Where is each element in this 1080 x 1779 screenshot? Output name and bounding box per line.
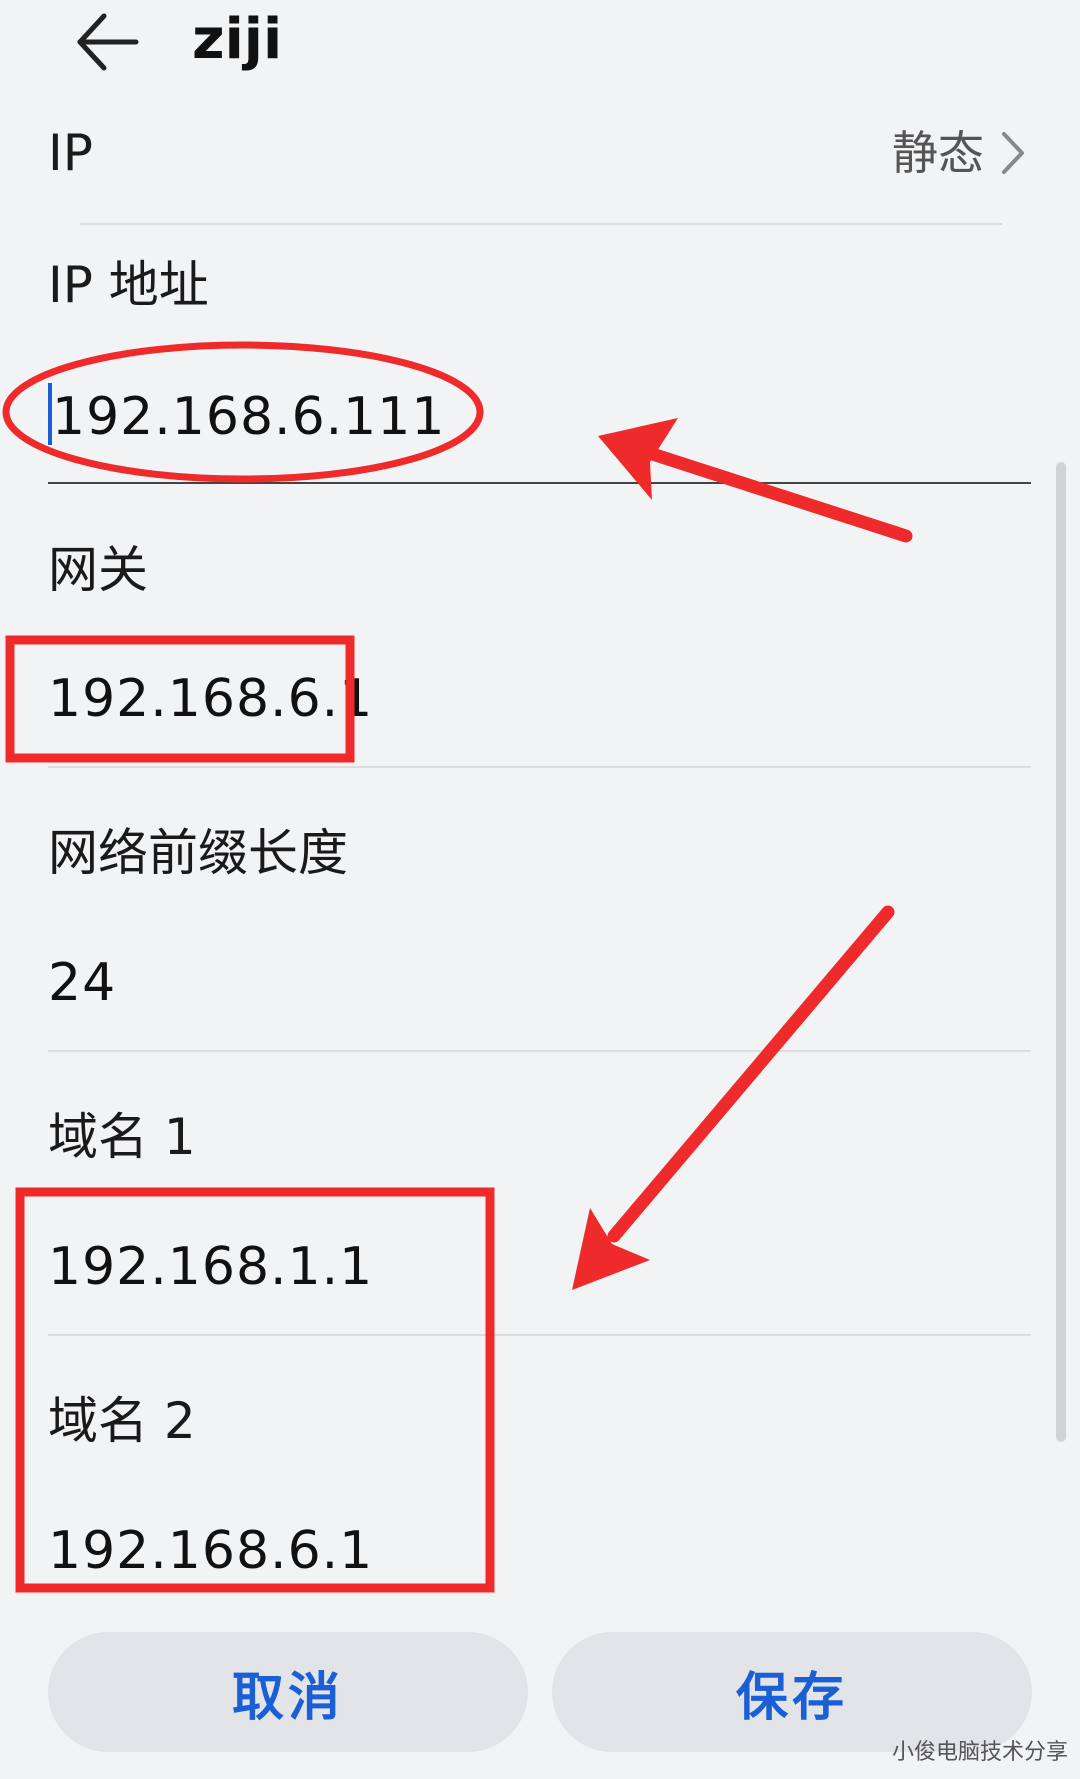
page-title: ziji <box>192 7 283 72</box>
divider <box>48 1334 1031 1336</box>
gateway-label: 网关 <box>48 541 148 599</box>
save-button[interactable]: 保存 <box>552 1632 1032 1752</box>
arrow-left-icon <box>77 13 139 71</box>
cancel-button[interactable]: 取消 <box>48 1632 528 1752</box>
annotation-arrow-bottom-head <box>572 1208 650 1290</box>
ip-mode-value: 静态 <box>892 126 984 180</box>
prefix-length-label: 网络前缀长度 <box>48 824 348 882</box>
ip-address-underline <box>48 482 1031 484</box>
prefix-length-input[interactable]: 24 <box>48 948 116 1018</box>
ip-mode-label: IP <box>48 124 93 182</box>
dns1-input[interactable]: 192.168.1.1 <box>48 1232 373 1302</box>
dns1-label: 域名 1 <box>48 1108 196 1166</box>
ip-address-label: IP 地址 <box>48 256 209 314</box>
ip-mode-row[interactable]: IP 静态 <box>0 110 1080 220</box>
scrollbar[interactable] <box>1056 462 1066 1442</box>
back-button[interactable] <box>72 6 144 78</box>
divider <box>48 766 1031 768</box>
gateway-input[interactable]: 192.168.6.1 <box>48 664 373 734</box>
chevron-right-icon <box>1002 132 1024 174</box>
dns2-label: 域名 2 <box>48 1392 196 1450</box>
divider <box>80 223 1002 225</box>
dns2-input[interactable]: 192.168.6.1 <box>48 1516 373 1586</box>
ip-address-value: 192.168.6.111 <box>52 387 446 447</box>
divider <box>48 1050 1031 1052</box>
ip-address-input[interactable]: 192.168.6.111 <box>48 372 1031 462</box>
annotation-arrow-top-shaft <box>633 443 913 543</box>
watermark: 小俊电脑技术分享 <box>891 1740 1068 1765</box>
annotation-arrow-bottom-shaft <box>607 905 895 1243</box>
